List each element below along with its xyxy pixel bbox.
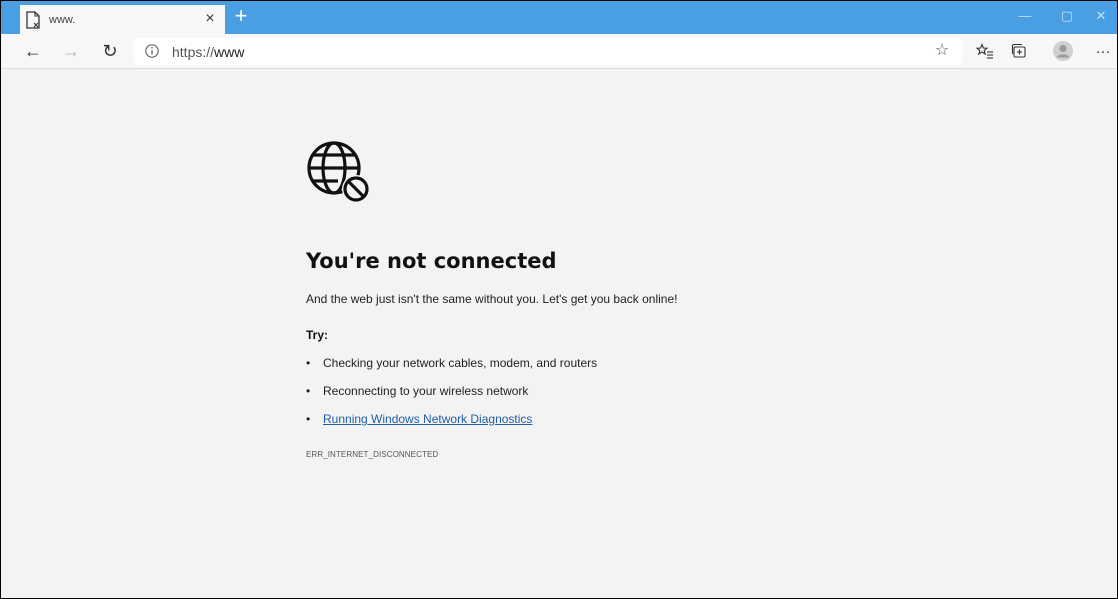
suggestion-text: Checking your network cables, modem, and… (323, 356, 598, 370)
back-icon[interactable]: ← (19, 38, 47, 64)
url-scheme: https:// (172, 44, 215, 60)
plus-icon[interactable]: + (230, 4, 252, 30)
tab-active[interactable]: www. × (15, 5, 225, 34)
tab-bar: www. × + — ▢ ✕ (1, 1, 1117, 34)
minimize-button[interactable]: — (1007, 1, 1043, 34)
page-content: You're not connected And the web just is… (1, 70, 1117, 598)
tab-accent (15, 5, 20, 34)
profile-icon[interactable] (1049, 38, 1077, 64)
address-bar[interactable]: https://www (134, 38, 962, 65)
page-icon (26, 11, 40, 29)
info-icon[interactable] (144, 43, 160, 59)
tab-title: www. (49, 14, 76, 26)
error-code: ERR_INTERNET_DISCONNECTED (306, 450, 439, 459)
list-item: • Checking your network cables, modem, an… (306, 356, 598, 370)
url-text[interactable]: https://www (172, 44, 244, 60)
browser-window: www. × + — ▢ ✕ ← → ↻ https://www ☆ ··· Y… (0, 0, 1118, 599)
list-item: • Reconnecting to your wireless network (306, 384, 529, 398)
globe-blocked-icon (307, 141, 370, 203)
forward-icon[interactable]: → (57, 38, 85, 64)
url-host: www (214, 44, 245, 60)
favorites-icon[interactable] (971, 38, 999, 64)
star-icon[interactable]: ☆ (929, 38, 955, 64)
list-item: • Running Windows Network Diagnostics (306, 412, 533, 426)
page-description: And the web just isn't the same without … (306, 292, 678, 306)
network-diagnostics-link[interactable]: Running Windows Network Diagnostics (323, 412, 532, 426)
suggestion-text: Reconnecting to your wireless network (323, 384, 529, 398)
restore-button[interactable]: ▢ (1049, 1, 1085, 34)
navigation-bar: ← → ↻ https://www ☆ ··· (1, 34, 1117, 69)
collections-icon[interactable] (1005, 38, 1033, 64)
try-label: Try: (306, 328, 329, 342)
page-title: You're not connected (306, 249, 557, 273)
close-window-button[interactable]: ✕ (1083, 1, 1117, 34)
more-icon[interactable]: ··· (1089, 38, 1117, 64)
close-icon[interactable]: × (199, 8, 221, 30)
refresh-icon[interactable]: ↻ (96, 38, 124, 64)
